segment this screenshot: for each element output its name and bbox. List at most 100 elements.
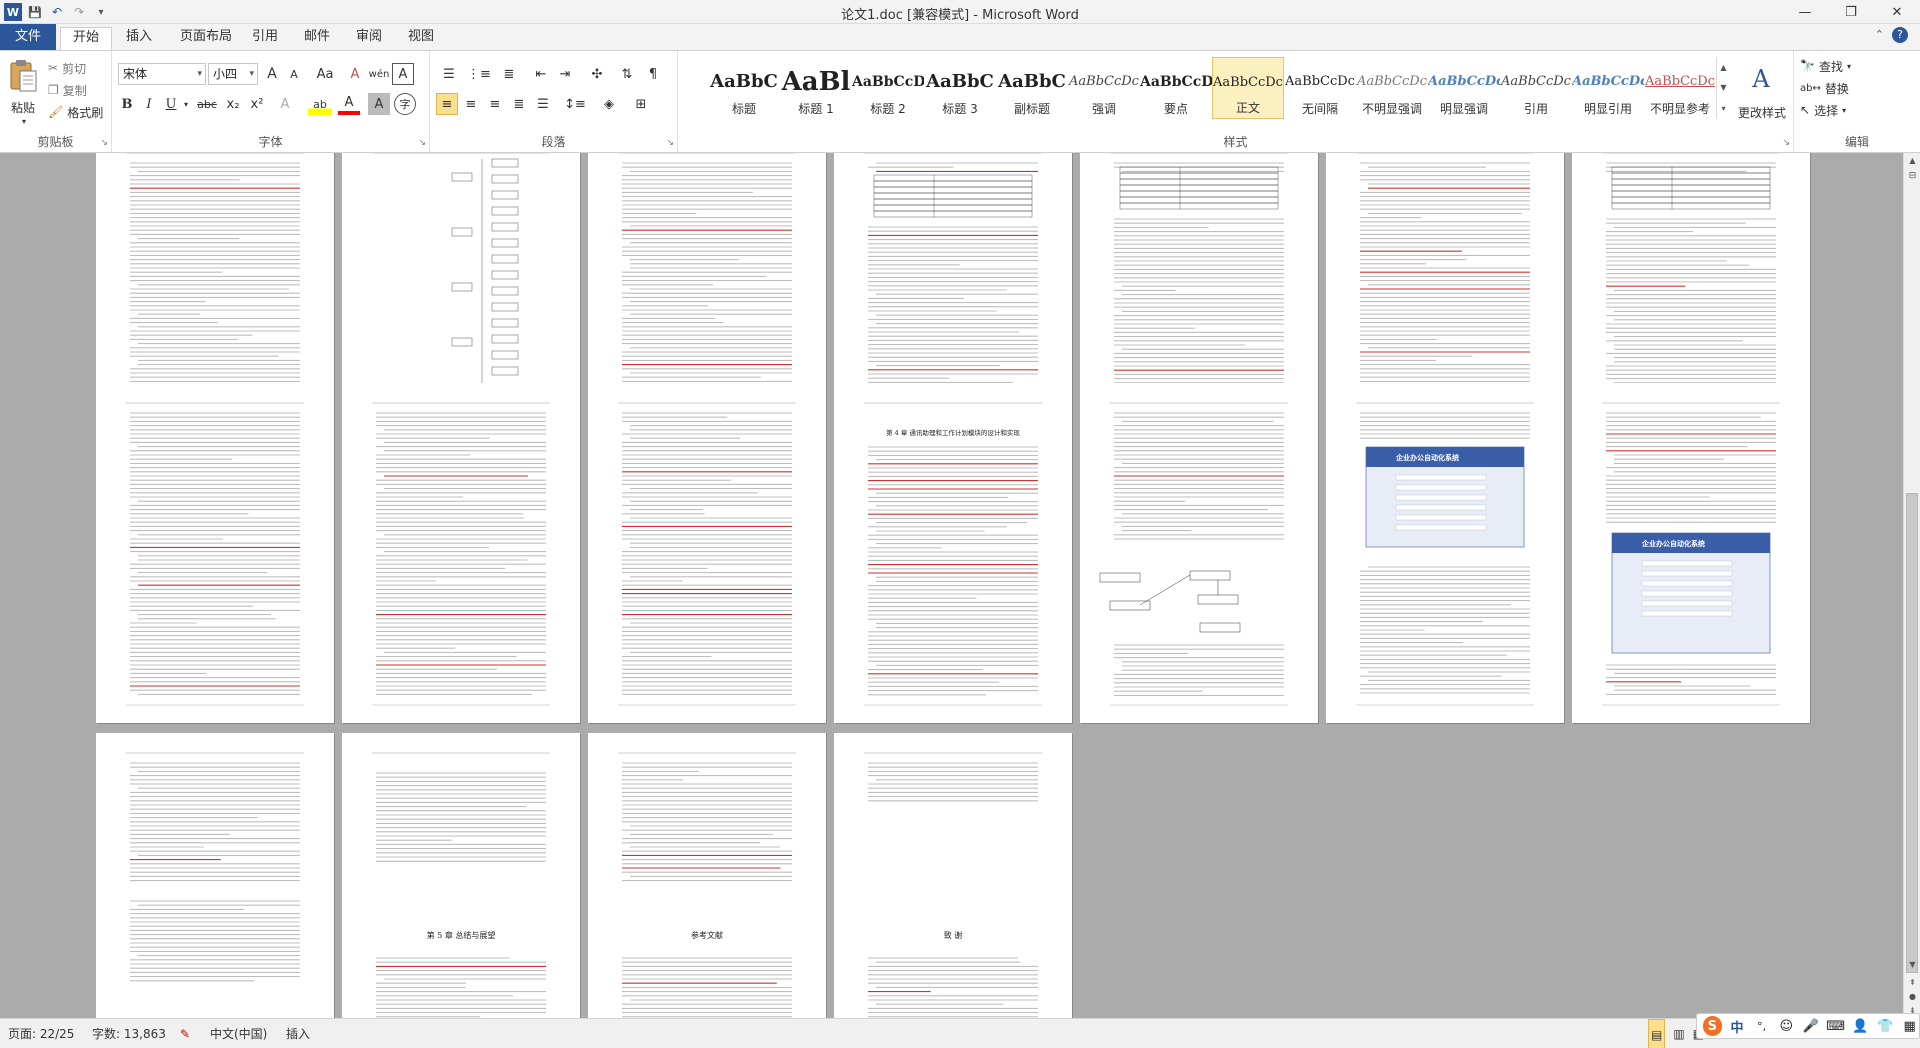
character-shading-icon[interactable]: A xyxy=(368,93,390,115)
numbering-icon[interactable]: ⋮≡ xyxy=(466,63,492,85)
change-styles-button[interactable]: A xyxy=(1734,57,1788,101)
paste-button[interactable]: 粘贴 xyxy=(4,99,42,115)
style-12[interactable]: AaBbCcDc 明显引用 xyxy=(1572,57,1644,119)
style-10[interactable]: AaBbCcDc 明显强调 xyxy=(1428,57,1500,119)
page-thumbnail[interactable] xyxy=(96,383,335,724)
copy-button[interactable]: ❐ 复制 xyxy=(48,81,87,99)
gallery-down-icon[interactable]: ▼ xyxy=(1720,83,1726,92)
underline-button[interactable]: U xyxy=(160,93,182,115)
font-launcher-icon[interactable]: ↘ xyxy=(418,138,426,148)
tab-review[interactable]: 审阅 xyxy=(344,27,394,49)
proofing-icon[interactable]: ✎ xyxy=(180,1019,190,1048)
line-spacing-icon[interactable]: ↕≡ xyxy=(562,93,588,115)
tab-references[interactable]: 引用 xyxy=(240,27,290,49)
find-button[interactable]: 🔭 查找 ▾ xyxy=(1800,57,1851,75)
increase-indent-icon[interactable]: ⇥ xyxy=(554,63,576,85)
gallery-up-icon[interactable]: ▲ xyxy=(1720,63,1726,72)
text-effects-icon[interactable]: A xyxy=(274,93,296,115)
highlight-color-icon[interactable]: ab xyxy=(308,93,332,115)
styles-gallery-scroller[interactable]: ▲ ▼ ▾ xyxy=(1716,57,1730,119)
style-3[interactable]: AaBbC 标题 3 xyxy=(924,57,996,119)
strikethrough-button[interactable]: abc xyxy=(194,93,220,115)
bold-button[interactable]: B xyxy=(116,93,138,115)
ime-chinese-mode[interactable]: 中 xyxy=(1728,1016,1747,1036)
page-thumbnail[interactable] xyxy=(1080,383,1319,724)
multilevel-list-icon[interactable]: ≣ xyxy=(496,63,522,85)
page-thumbnail[interactable]: 企业办公自动化系统 xyxy=(1572,383,1811,724)
tab-page-layout[interactable]: 页面布局 xyxy=(168,27,244,49)
font-size-combo[interactable]: 小四 ▾ xyxy=(208,63,258,85)
tab-file[interactable]: 文件 xyxy=(0,24,56,50)
scrollbar-thumb[interactable] xyxy=(1906,493,1918,973)
page-indicator[interactable]: 页面: 22/25 xyxy=(8,1019,74,1048)
underline-dropdown-icon[interactable]: ▾ xyxy=(180,93,192,115)
microphone-icon[interactable]: 🎤 xyxy=(1802,1016,1821,1036)
previous-page-icon[interactable]: ⇞ xyxy=(1904,975,1920,990)
sogou-logo-icon[interactable]: S xyxy=(1703,1016,1722,1036)
close-button[interactable]: ✕ xyxy=(1874,0,1920,24)
paste-dropdown-icon[interactable]: ▾ xyxy=(10,115,38,127)
style-5[interactable]: AaBbCcDc 强调 xyxy=(1068,57,1140,119)
page-thumbnail[interactable] xyxy=(96,733,335,1018)
page-thumbnail[interactable] xyxy=(342,383,581,724)
clipboard-launcher-icon[interactable]: ↘ xyxy=(100,138,108,148)
page-thumbnail[interactable]: 第 5 章 总结与展望 xyxy=(342,733,581,1018)
style-13[interactable]: AaBbCcDc 不明显参考 xyxy=(1644,57,1716,119)
cut-button[interactable]: ✂ 剪切 xyxy=(48,59,86,77)
skin-icon[interactable]: 👕 xyxy=(1876,1016,1895,1036)
style-1[interactable]: AaBl 标题 1 xyxy=(780,57,852,119)
help-icon[interactable]: ? xyxy=(1892,27,1908,43)
format-painter-button[interactable]: 🖌 格式刷 xyxy=(48,103,103,121)
align-right-button[interactable]: ≡ xyxy=(484,93,506,115)
replace-button[interactable]: ab↔ 替换 xyxy=(1800,79,1849,97)
show-marks-icon[interactable]: ¶ xyxy=(642,63,664,85)
superscript-button[interactable]: x² xyxy=(246,93,268,115)
font-name-combo[interactable]: 宋体 ▾ xyxy=(118,63,206,85)
user-icon[interactable]: 👤 xyxy=(1851,1016,1870,1036)
clear-formatting-icon[interactable]: A xyxy=(344,63,366,85)
align-left-button[interactable]: ≡ xyxy=(436,93,458,115)
styles-launcher-icon[interactable]: ↘ xyxy=(1782,138,1790,148)
restore-button[interactable]: ❐ xyxy=(1828,0,1874,24)
change-styles-label[interactable]: 更改样式 xyxy=(1730,103,1794,121)
emoji-icon[interactable]: ☺ xyxy=(1777,1016,1796,1036)
tab-insert[interactable]: 插入 xyxy=(114,27,164,49)
keyboard-icon[interactable]: ⌨ xyxy=(1826,1016,1845,1036)
ime-punctuation[interactable]: °, xyxy=(1752,1016,1771,1036)
save-icon[interactable]: 💾 xyxy=(26,3,44,21)
character-border-icon[interactable]: A xyxy=(392,63,414,85)
change-case-icon[interactable]: Aa xyxy=(312,63,338,85)
style-4[interactable]: AaBbC 副标题 xyxy=(996,57,1068,119)
style-11[interactable]: AaBbCcDc 引用 xyxy=(1500,57,1572,119)
style-0[interactable]: AaBbC 标题 xyxy=(708,57,780,119)
justify-button[interactable]: ≣ xyxy=(508,93,530,115)
align-center-button[interactable]: ≡ xyxy=(460,93,482,115)
grow-font-icon[interactable]: A xyxy=(262,63,282,85)
ribbon-minimize-icon[interactable]: ⌃ xyxy=(1875,28,1884,41)
page-thumbnail[interactable] xyxy=(588,383,827,724)
paragraph-launcher-icon[interactable]: ↘ xyxy=(666,138,674,148)
italic-button[interactable]: I xyxy=(138,93,160,115)
print-layout-view-icon[interactable]: ▤ xyxy=(1648,1019,1666,1048)
style-6[interactable]: AaBbCcD 要点 xyxy=(1140,57,1212,119)
toolbox-icon[interactable]: ▦ xyxy=(1900,1016,1919,1036)
tab-view[interactable]: 视图 xyxy=(396,27,446,49)
customize-qat-icon[interactable]: ▾ xyxy=(92,3,110,21)
word-icon[interactable]: W xyxy=(4,3,22,21)
decrease-indent-icon[interactable]: ⇤ xyxy=(530,63,552,85)
subscript-button[interactable]: x₂ xyxy=(222,93,244,115)
style-8[interactable]: AaBbCcDc 无间隔 xyxy=(1284,57,1356,119)
language-indicator[interactable]: 中文(中国) xyxy=(210,1019,267,1048)
borders-icon[interactable]: ⊞ xyxy=(628,93,654,115)
insert-mode[interactable]: 插入 xyxy=(286,1019,310,1048)
ruler-toggle-icon[interactable]: ⊟ xyxy=(1904,169,1920,184)
gallery-more-icon[interactable]: ▾ xyxy=(1721,104,1725,113)
page-thumbnail[interactable]: 参考文献 xyxy=(588,733,827,1018)
minimize-button[interactable]: — xyxy=(1782,0,1828,24)
scroll-up-icon[interactable]: ▲ xyxy=(1904,153,1920,168)
style-7[interactable]: AaBbCcDc 正文 xyxy=(1212,57,1284,119)
select-button[interactable]: ↖ 选择 ▾ xyxy=(1800,101,1846,119)
tab-home[interactable]: 开始 xyxy=(60,27,113,51)
select-browse-object-icon[interactable]: ● xyxy=(1904,989,1920,1004)
undo-icon[interactable]: ↶ xyxy=(48,3,66,21)
